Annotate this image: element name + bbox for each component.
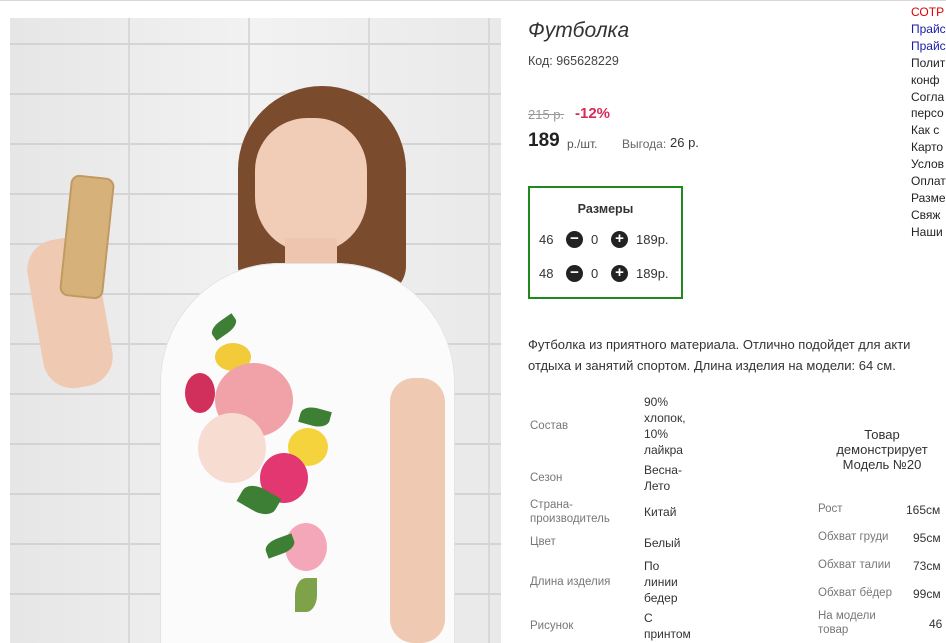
sidebar-link[interactable]: Оплат <box>911 173 946 190</box>
product-description: Футболка из приятного материала. Отлично… <box>528 334 946 376</box>
sidebar-link[interactable]: СОТР <box>911 4 946 21</box>
sidebar-link[interactable]: Наши <box>911 224 946 241</box>
model-on-model-label: На модели товар <box>818 610 876 636</box>
spec-season-label: Сезон <box>530 472 563 484</box>
sidebar-link[interactable]: Услов <box>911 156 946 173</box>
current-price: 189 <box>528 130 560 151</box>
sizes-panel: Размеры 46 − 0 + 189р. 48 − 0 + 189р. <box>528 186 683 299</box>
plus-icon[interactable]: + <box>611 265 628 282</box>
sidebar-link[interactable]: Карто <box>911 139 946 156</box>
description-line: Футболка из приятного материала. Отлично… <box>528 337 911 352</box>
product-code-label: Код: <box>528 54 553 68</box>
sidebar-link[interactable]: Разме <box>911 190 946 207</box>
model-hips-value: 99см <box>913 587 941 601</box>
product-code: Код: 965628229 <box>528 54 619 68</box>
price-unit: р./шт. <box>567 137 598 151</box>
product-code-value: 965628229 <box>556 54 619 68</box>
model-waist-value: 73см <box>913 559 941 573</box>
old-price: 215 р. <box>528 107 565 122</box>
spec-country-value: Китай <box>644 505 677 519</box>
print-leaf <box>295 578 317 612</box>
sidebar-links: СОТР Прайс Прайс Полит конф Согла персо Как с Ка… <box>911 4 946 241</box>
size-row: 46 − 0 + 189р. <box>530 230 681 250</box>
sidebar-link[interactable]: Как с <box>911 122 946 139</box>
spec-length-label: Длина изделия <box>530 576 611 588</box>
size-price: 189р. <box>636 232 669 247</box>
size-label: 46 <box>539 232 554 247</box>
spec-pattern-value: С принтом <box>644 611 691 641</box>
model-chest-label: Обхват груди <box>818 531 889 543</box>
minus-icon[interactable]: − <box>566 231 583 248</box>
product-photo[interactable] <box>10 18 501 643</box>
model-waist-label: Обхват талии <box>818 559 891 571</box>
model-height-label: Рост <box>818 503 843 515</box>
spec-color-value: Белый <box>644 536 681 550</box>
sidebar-link[interactable]: Согла <box>911 89 946 106</box>
sidebar-link[interactable]: конф <box>911 72 946 89</box>
size-row: 48 − 0 + 189р. <box>530 264 681 284</box>
minus-icon[interactable]: − <box>566 265 583 282</box>
spec-composition-label: Состав <box>530 420 569 432</box>
description-line: отдыха и занятий спортом. Длина изделия … <box>528 358 896 373</box>
model-arm-right <box>390 378 445 643</box>
quantity-value: 0 <box>591 266 599 281</box>
plus-icon[interactable]: + <box>611 231 628 248</box>
spec-pattern-label: Рисунок <box>530 620 574 632</box>
saving-label: Выгода: <box>622 137 667 151</box>
spec-length-value: По линии бедер <box>644 559 678 605</box>
product-title: Футболка <box>528 19 630 42</box>
saving-value: 26 р. <box>670 135 699 150</box>
model-chest-value: 95см <box>913 531 941 545</box>
model-demo-note: Товар демонстрирует Модель №20 <box>836 427 928 472</box>
model-height-value: 165см <box>906 503 941 517</box>
sizes-title: Размеры <box>577 202 634 216</box>
spec-season-value: Весна- Лето <box>644 463 682 493</box>
sidebar-link[interactable]: Прайс <box>911 21 946 38</box>
spec-color-label: Цвет <box>530 536 556 548</box>
top-divider <box>0 0 946 1</box>
size-price: 189р. <box>636 266 669 281</box>
quantity-value: 0 <box>591 232 599 247</box>
print-flower <box>185 373 215 413</box>
sidebar-link[interactable]: Свяж <box>911 207 946 224</box>
size-label: 48 <box>539 266 554 281</box>
sidebar-link[interactable]: Прайс <box>911 38 946 55</box>
model-on-model-value: 46 <box>929 617 943 631</box>
spec-country-label: Страна- производитель <box>530 499 610 525</box>
sidebar-link[interactable]: персо <box>911 105 946 122</box>
discount-badge: -12% <box>575 105 611 122</box>
model-hips-label: Обхват бёдер <box>818 587 892 599</box>
sidebar-link[interactable]: Полит <box>911 55 946 72</box>
print-rose <box>198 413 266 483</box>
model-face <box>255 118 367 253</box>
spec-composition-value: 90% хлопок, 10% лайкра <box>644 395 686 457</box>
